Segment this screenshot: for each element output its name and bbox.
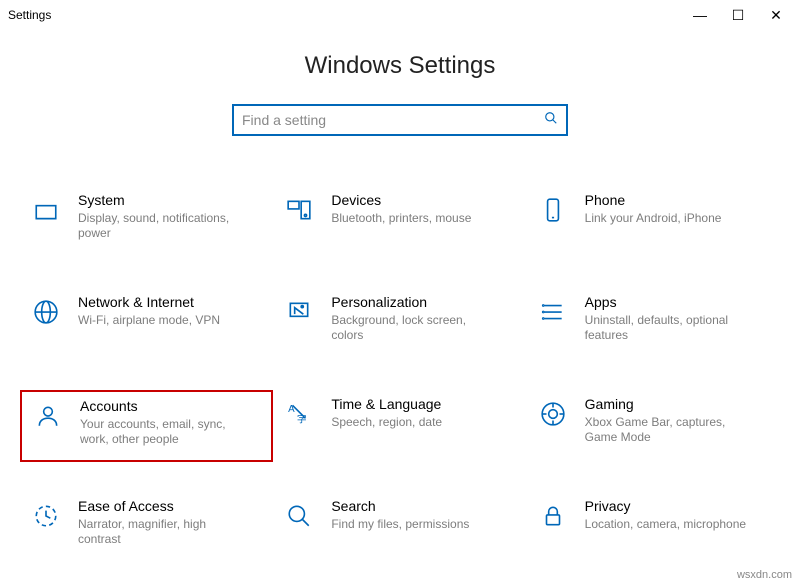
tile-network[interactable]: Network & Internet Wi-Fi, airplane mode, … [20,288,273,360]
tile-apps[interactable]: Apps Uninstall, defaults, optional featur… [527,288,780,360]
tile-desc: Your accounts, email, sync, work, other … [80,417,250,448]
tile-text: Personalization Background, lock screen, … [331,294,501,344]
tile-title: Personalization [331,294,501,311]
tile-desc: Display, sound, notifications, power [78,211,248,242]
tile-text: Phone Link your Android, iPhone [585,192,722,226]
tile-desc: Speech, region, date [331,415,442,431]
titlebar-controls: — ☐ ✕ [692,7,792,24]
minimize-button[interactable]: — [692,7,708,24]
tile-title: Privacy [585,498,746,515]
tile-text: Accounts Your accounts, email, sync, work… [80,398,250,448]
tile-text: Time & Language Speech, region, date [331,396,442,430]
tile-desc: Location, camera, microphone [585,517,746,533]
tile-ease[interactable]: Ease of Access Narrator, magnifier, high … [20,492,273,564]
tile-desc: Find my files, permissions [331,517,469,533]
tile-desc: Background, lock screen, colors [331,313,501,344]
tile-text: System Display, sound, notifications, pow… [78,192,248,242]
search-input[interactable] [242,112,544,128]
tile-desc: Narrator, magnifier, high contrast [78,517,248,548]
watermark: wsxdn.com [737,569,792,581]
search-icon[interactable] [544,111,558,130]
tile-search[interactable]: Search Find my files, permissions [273,492,526,564]
tile-title: Gaming [585,396,755,413]
tile-text: Gaming Xbox Game Bar, captures, Game Mode [585,396,755,446]
tile-gaming[interactable]: Gaming Xbox Game Bar, captures, Game Mode [527,390,780,462]
tile-title: Time & Language [331,396,442,413]
tile-devices[interactable]: Devices Bluetooth, printers, mouse [273,186,526,258]
tile-desc: Wi-Fi, airplane mode, VPN [78,313,220,329]
system-icon [28,192,64,228]
tile-text: Privacy Location, camera, microphone [585,498,746,532]
accounts-icon [30,398,66,434]
tile-title: Ease of Access [78,498,248,515]
tile-text: Search Find my files, permissions [331,498,469,532]
privacy-icon [535,498,571,534]
settings-grid: System Display, sound, notifications, pow… [0,136,800,564]
close-button[interactable]: ✕ [768,7,784,24]
maximize-button[interactable]: ☐ [730,7,746,24]
tile-system[interactable]: System Display, sound, notifications, pow… [20,186,273,258]
gaming-icon [535,396,571,432]
tile-text: Ease of Access Narrator, magnifier, high … [78,498,248,548]
tile-title: Phone [585,192,722,209]
devices-icon [281,192,317,228]
tile-title: Devices [331,192,471,209]
tile-title: System [78,192,248,209]
time-icon [281,396,317,432]
window-title: Settings [8,8,51,22]
tile-title: Accounts [80,398,250,415]
titlebar: Settings — ☐ ✕ [0,0,800,30]
tile-title: Network & Internet [78,294,220,311]
tile-title: Apps [585,294,755,311]
tile-desc: Uninstall, defaults, optional features [585,313,755,344]
tile-personalization[interactable]: Personalization Background, lock screen, … [273,288,526,360]
phone-icon [535,192,571,228]
apps-icon [535,294,571,330]
tile-desc: Xbox Game Bar, captures, Game Mode [585,415,755,446]
tile-text: Apps Uninstall, defaults, optional featur… [585,294,755,344]
search-box[interactable] [232,104,568,136]
tile-desc: Link your Android, iPhone [585,211,722,227]
tile-title: Search [331,498,469,515]
tile-text: Network & Internet Wi-Fi, airplane mode, … [78,294,220,328]
search-wrap [0,104,800,136]
tile-text: Devices Bluetooth, printers, mouse [331,192,471,226]
tile-desc: Bluetooth, printers, mouse [331,211,471,227]
network-icon [28,294,64,330]
search-icon [281,498,317,534]
tile-privacy[interactable]: Privacy Location, camera, microphone [527,492,780,564]
tile-accounts[interactable]: Accounts Your accounts, email, sync, work… [20,390,273,462]
personalization-icon [281,294,317,330]
tile-time[interactable]: Time & Language Speech, region, date [273,390,526,462]
page-title: Windows Settings [0,52,800,80]
tile-phone[interactable]: Phone Link your Android, iPhone [527,186,780,258]
ease-icon [28,498,64,534]
